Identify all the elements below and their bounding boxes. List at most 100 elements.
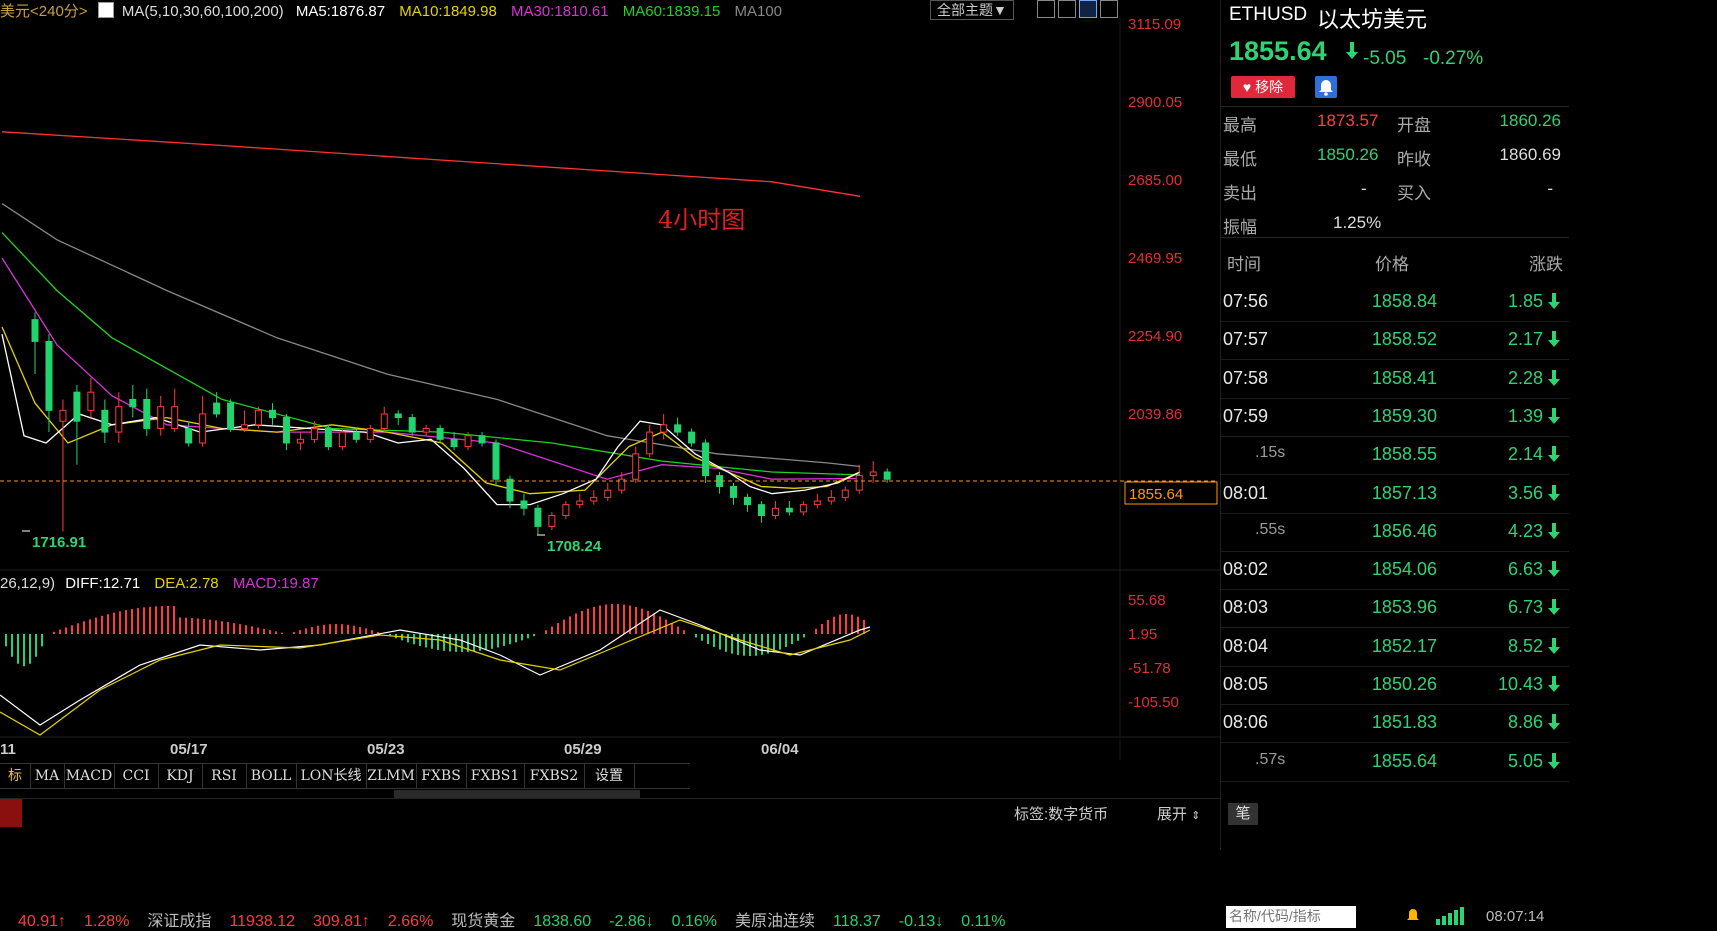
quote-stats: 最高 1873.57 开盘 1860.26 最低 1850.26 昨收 1860… (1221, 106, 1569, 238)
indicator-tab[interactable]: 标 (0, 764, 31, 788)
chart-area[interactable]: 美元<240分> MA(5,10,30,60,100,200) MA5:1876… (0, 0, 1220, 810)
candle-body (282, 417, 290, 444)
tick-change: 1.39 (1507, 405, 1543, 426)
high-label: 最高 (1223, 116, 1257, 135)
x-tick-label: 05/29 (564, 741, 602, 758)
candle-body (394, 413, 402, 419)
tick-price: 1858.84 (1371, 291, 1437, 311)
macd-y-tick-label: -51.78 (1128, 660, 1171, 677)
candle-body (380, 413, 388, 429)
indicator-tab[interactable]: BOLL (246, 764, 297, 788)
tick-price: 1858.55 (1371, 444, 1437, 465)
ticks-header: 时间 价格 涨跌 (1221, 242, 1569, 278)
heart-icon: ♥ (1242, 79, 1252, 95)
search-box[interactable] (1226, 906, 1356, 928)
remove-watchlist-button[interactable]: ♥ 移除 (1231, 76, 1295, 98)
candle-body (268, 409, 276, 419)
indicator-tab[interactable]: 设置 (584, 764, 635, 788)
quote-panel: ETHUSD 以太坊美元 1855.64 -5.05 -0.27% ♥ 移除 最… (1220, 0, 1569, 850)
ticker-items: 40.91↑ 1.28% 深证成指 11938.12 309.81↑ 2.66% 现货黄金 1… (18, 907, 1023, 931)
macd-legend: 26,12,9) DIFF:12.71 DEA:2.78 MACD:19.87 (0, 575, 329, 592)
down-arrow-icon (1547, 484, 1561, 502)
clock: 08:07:14 (1486, 908, 1545, 925)
quote-price: 1855.64 (1229, 36, 1327, 66)
tick-row: .57s 1855.64 5.05 (1221, 743, 1569, 782)
macd-y-tick-label: 55.68 (1128, 592, 1166, 609)
candle-body (199, 413, 207, 444)
status-strip: 标签:数字货币 展开 ⇕ (0, 798, 1220, 827)
indicator-tab[interactable]: RSI (202, 764, 247, 788)
y-tick-label: 3115.09 (1128, 16, 1181, 33)
tick-row: 07:56 1858.84 1.85 (1221, 283, 1569, 322)
candle-body (548, 515, 556, 527)
candle-body (520, 500, 528, 509)
chart-title: 4小时图 (658, 206, 746, 234)
indicator-tab[interactable]: FXBS (416, 764, 467, 788)
candle-body (101, 409, 109, 433)
tick-row: 07:59 1859.30 1.39 (1221, 398, 1569, 437)
candle-body (31, 319, 39, 342)
diff-value: DIFF:12.71 (65, 575, 141, 592)
candle-body (646, 431, 654, 455)
bell-icon[interactable] (1315, 76, 1337, 98)
y-tick-label: 2254.90 (1128, 328, 1182, 345)
alarm-icon[interactable] (1406, 908, 1420, 929)
indicator-tab[interactable]: MACD (64, 764, 115, 788)
quote-change-pct: -0.27% (1423, 48, 1484, 69)
tick-time: 07:58 (1223, 367, 1269, 388)
tick-time: 08:04 (1223, 635, 1269, 656)
candle-body (771, 507, 779, 517)
candle-body (743, 496, 751, 506)
indicator-tab[interactable]: FXBS1 (466, 764, 525, 788)
ticker-item: -0.13↓ (898, 913, 944, 930)
expand-button[interactable]: 展开 ⇕ (1157, 803, 1200, 824)
candlestick-chart[interactable]: 3115.09 2900.05 2685.00 2469.95 2254.90 2039.… (0, 0, 1220, 810)
tick-change: 4.23 (1507, 520, 1543, 541)
candle-body (730, 485, 737, 498)
tick-change: 8.52 (1507, 635, 1543, 656)
indicator-tab[interactable]: KDJ (158, 764, 203, 788)
candle-body (506, 478, 514, 502)
ticker-item: 0.16% (671, 913, 717, 930)
ticker-item: 0.11% (961, 913, 1006, 930)
indicator-tab[interactable]: LON长线 (296, 764, 367, 788)
tick-change: 1.85 (1507, 291, 1543, 311)
candle-body (422, 427, 430, 433)
down-arrow-icon (1547, 292, 1561, 310)
ticker-item: 118.37 (833, 913, 881, 930)
tick-time: .55s (1255, 520, 1286, 538)
ticker-item: 11938.12 (229, 913, 295, 930)
buy-value: - (1547, 179, 1553, 198)
candle-body (702, 442, 710, 477)
ticker-item: 2.66% (387, 913, 434, 930)
quote-change: -5.05 (1363, 48, 1407, 69)
tick-price: 1859.30 (1371, 405, 1437, 426)
buy-label: 买入 (1397, 184, 1431, 203)
indicator-tab[interactable]: CCI (114, 764, 159, 788)
indicator-tab[interactable]: MA (30, 764, 65, 788)
horizontal-scrollbar[interactable] (394, 790, 640, 798)
tick-time: 07:57 (1223, 329, 1269, 350)
open-label: 开盘 (1397, 116, 1431, 135)
ticker-item: 1.28% (84, 913, 130, 930)
candle-body (185, 427, 193, 444)
candle-body (604, 489, 612, 498)
indicator-tab[interactable]: ZLMM (366, 764, 417, 788)
tick-price: 1856.46 (1371, 520, 1437, 541)
candle-body (87, 391, 95, 411)
candle-body (883, 471, 891, 480)
tick-price: 1852.17 (1371, 635, 1437, 656)
search-input[interactable] (1226, 906, 1356, 926)
indicator-tab[interactable]: FXBS2 (524, 764, 585, 788)
tick-price: 1850.26 (1371, 674, 1437, 694)
ticker-item: 1838.60 (533, 913, 592, 930)
candle-body (255, 409, 263, 426)
ticks-header-change: 涨跌 (1529, 255, 1563, 274)
candle-body (757, 504, 765, 517)
down-arrow-icon (1345, 42, 1359, 65)
ticker-item: 现货黄金 (451, 913, 516, 930)
ticks-header-time: 时间 (1227, 255, 1261, 274)
candle-body (45, 340, 53, 411)
tag-label[interactable]: 标签:数字货币 (1014, 803, 1108, 824)
ma100-line (1, 203, 861, 468)
